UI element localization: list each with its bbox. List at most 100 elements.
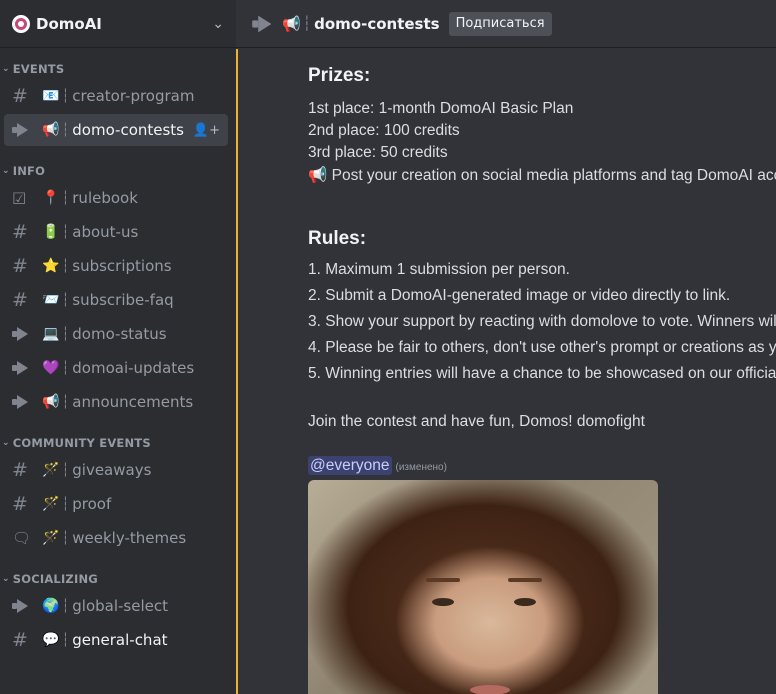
sidebar-item-announcements[interactable]: 📢 ┆ announcements (4, 386, 228, 418)
channel-name: about-us (72, 223, 139, 241)
channel-emoji: 🪄 (42, 530, 60, 546)
category-label: SOCIALIZING (12, 572, 98, 586)
message-area: Prizes: 1st place: 1-month DomoAI Basic … (236, 49, 776, 694)
channel-separator: ┆ (61, 394, 70, 410)
channel-emoji: ⭐ (42, 258, 60, 274)
sidebar-item-creator-program[interactable]: # 📧 ┆ creator-program (4, 80, 228, 112)
hashtag-icon: # (12, 255, 28, 277)
channel-header: 📢 ┆ domo-contests Подписаться (236, 0, 776, 48)
portrait-detail (426, 578, 460, 582)
channel-name: announcements (72, 393, 194, 411)
rules-channel-icon: ☑ (12, 188, 27, 208)
server-header[interactable]: DomoAI ⌄ (0, 0, 236, 48)
chevron-down-icon: ⌄ (2, 438, 10, 448)
edited-label: (изменено) (395, 462, 447, 473)
mention-line: @everyone (изменено) (308, 456, 447, 475)
category-label: EVENTS (12, 62, 65, 76)
channel-separator: ┆ (61, 496, 70, 512)
rule-line: 2. Submit a DomoAI-generated image or vi… (308, 287, 731, 304)
category-header[interactable]: ⌄ EVENTS (0, 60, 236, 78)
server-name: DomoAI (36, 14, 102, 33)
sidebar-item-about-us[interactable]: # 🔋 ┆ about-us (4, 216, 228, 248)
channel-name: proof (72, 495, 112, 513)
channel-name: creator-program (72, 87, 195, 105)
announcement-channel-icon (12, 358, 34, 378)
channel-separator: ┆ (61, 292, 70, 308)
channel-sidebar: DomoAI ⌄ ⌄ EVENTS # 📧 ┆ creator-program 📢 ┆ domo… (0, 0, 236, 694)
announcement-channel-icon (252, 14, 274, 33)
channel-emoji: 🪄 (42, 496, 60, 512)
chevron-down-icon: ⌄ (2, 166, 10, 176)
hashtag-icon: # (12, 85, 28, 107)
channel-emoji: 📢 (282, 14, 301, 33)
everyone-mention[interactable]: @everyone (308, 456, 392, 475)
channel-name: general-chat (72, 631, 168, 649)
chevron-down-icon[interactable]: ⌄ (212, 16, 224, 32)
sidebar-item-domo-contests[interactable]: 📢 ┆ domo-contests 👤+ (4, 114, 228, 146)
category-header[interactable]: ⌄ COMMUNITY EVENTS (0, 434, 236, 452)
subscribe-button[interactable]: Подписаться (448, 11, 552, 36)
rule-line: 4. Please be fair to others, don't use o… (308, 339, 776, 356)
category-label: INFO (12, 164, 46, 178)
mention-highlight-bar (236, 49, 238, 694)
channel-separator: ┆ (61, 224, 70, 240)
sidebar-item-domo-status[interactable]: 💻 ┆ domo-status (4, 318, 228, 350)
channel-separator: ┆ (61, 530, 70, 546)
prizes-heading: Prizes: (308, 65, 371, 86)
forum-channel-icon: 🗨 (12, 529, 32, 547)
channel-separator: ┆ (61, 360, 70, 376)
channel-separator: ┆ (61, 326, 70, 342)
announcement-channel-icon (12, 596, 34, 616)
server-logo-icon (12, 14, 30, 33)
portrait-detail (432, 598, 454, 606)
chevron-down-icon: ⌄ (2, 64, 10, 74)
sidebar-item-general-chat[interactable]: # 💬 ┆ general-chat (4, 624, 228, 656)
hashtag-icon: # (12, 493, 28, 515)
rules-heading: Rules: (308, 228, 367, 249)
sidebar-item-proof[interactable]: # 🪄 ┆ proof (4, 488, 228, 520)
rule-line: 5. Winning entries will have a chance to… (308, 365, 776, 382)
prize-line: 1st place: 1-month DomoAI Basic Plan (308, 100, 574, 117)
hashtag-icon: # (12, 289, 28, 311)
channel-emoji: 💻 (42, 326, 60, 342)
channel-separator: ┆ (61, 462, 70, 478)
announcement-channel-icon (12, 392, 34, 412)
sidebar-item-weekly-themes[interactable]: 🗨 🪄 ┆ weekly-themes (4, 522, 228, 554)
channel-separator: ┆ (61, 258, 70, 274)
sidebar-item-subscriptions[interactable]: # ⭐ ┆ subscriptions (4, 250, 228, 282)
hashtag-icon: # (12, 629, 28, 651)
channel-separator: ┆ (61, 190, 70, 206)
channel-emoji: 🌍 (42, 598, 60, 614)
channel-emoji: 📨 (42, 292, 60, 308)
sidebar-item-giveaways[interactable]: # 🪄 ┆ giveaways (4, 454, 228, 486)
channel-emoji: 📢 (42, 394, 60, 410)
channel-emoji: 🔋 (42, 224, 60, 240)
portrait-detail (470, 685, 510, 694)
rule-line: 1. Maximum 1 submission per person. (308, 261, 570, 278)
channel-name: domo-status (72, 325, 167, 343)
prize-line: 📢 Post your creation on social media pla… (308, 167, 776, 184)
attached-image[interactable] (308, 480, 658, 694)
chevron-down-icon: ⌄ (2, 574, 10, 584)
channel-title: domo-contests (314, 14, 440, 33)
channel-emoji: 📢 (42, 122, 60, 138)
channel-separator: ┆ (61, 88, 70, 104)
channel-separator: ┆ (302, 15, 312, 32)
category-header[interactable]: ⌄ INFO (0, 162, 236, 180)
category-header[interactable]: ⌄ SOCIALIZING (0, 570, 236, 588)
rule-line: 3. Show your support by reacting with do… (308, 313, 776, 330)
sidebar-item-subscribe-faq[interactable]: # 📨 ┆ subscribe-faq (4, 284, 228, 316)
prize-line: 2nd place: 100 credits (308, 122, 460, 139)
add-member-icon[interactable]: 👤+ (193, 123, 220, 138)
sidebar-item-global-select[interactable]: 🌍 ┆ global-select (4, 590, 228, 622)
channel-emoji: 💜 (42, 360, 60, 376)
sidebar-item-domoai-updates[interactable]: 💜 ┆ domoai-updates (4, 352, 228, 384)
channel-separator: ┆ (61, 598, 70, 614)
hashtag-icon: # (12, 459, 28, 481)
channel-name: global-select (72, 597, 168, 615)
channel-emoji: 🪄 (42, 462, 60, 478)
sidebar-item-rulebook[interactable]: ☑ 📍 ┆ rulebook (4, 182, 228, 214)
channel-name: domo-contests (72, 121, 184, 139)
portrait-detail (514, 598, 536, 606)
channel-name: weekly-themes (72, 529, 187, 547)
